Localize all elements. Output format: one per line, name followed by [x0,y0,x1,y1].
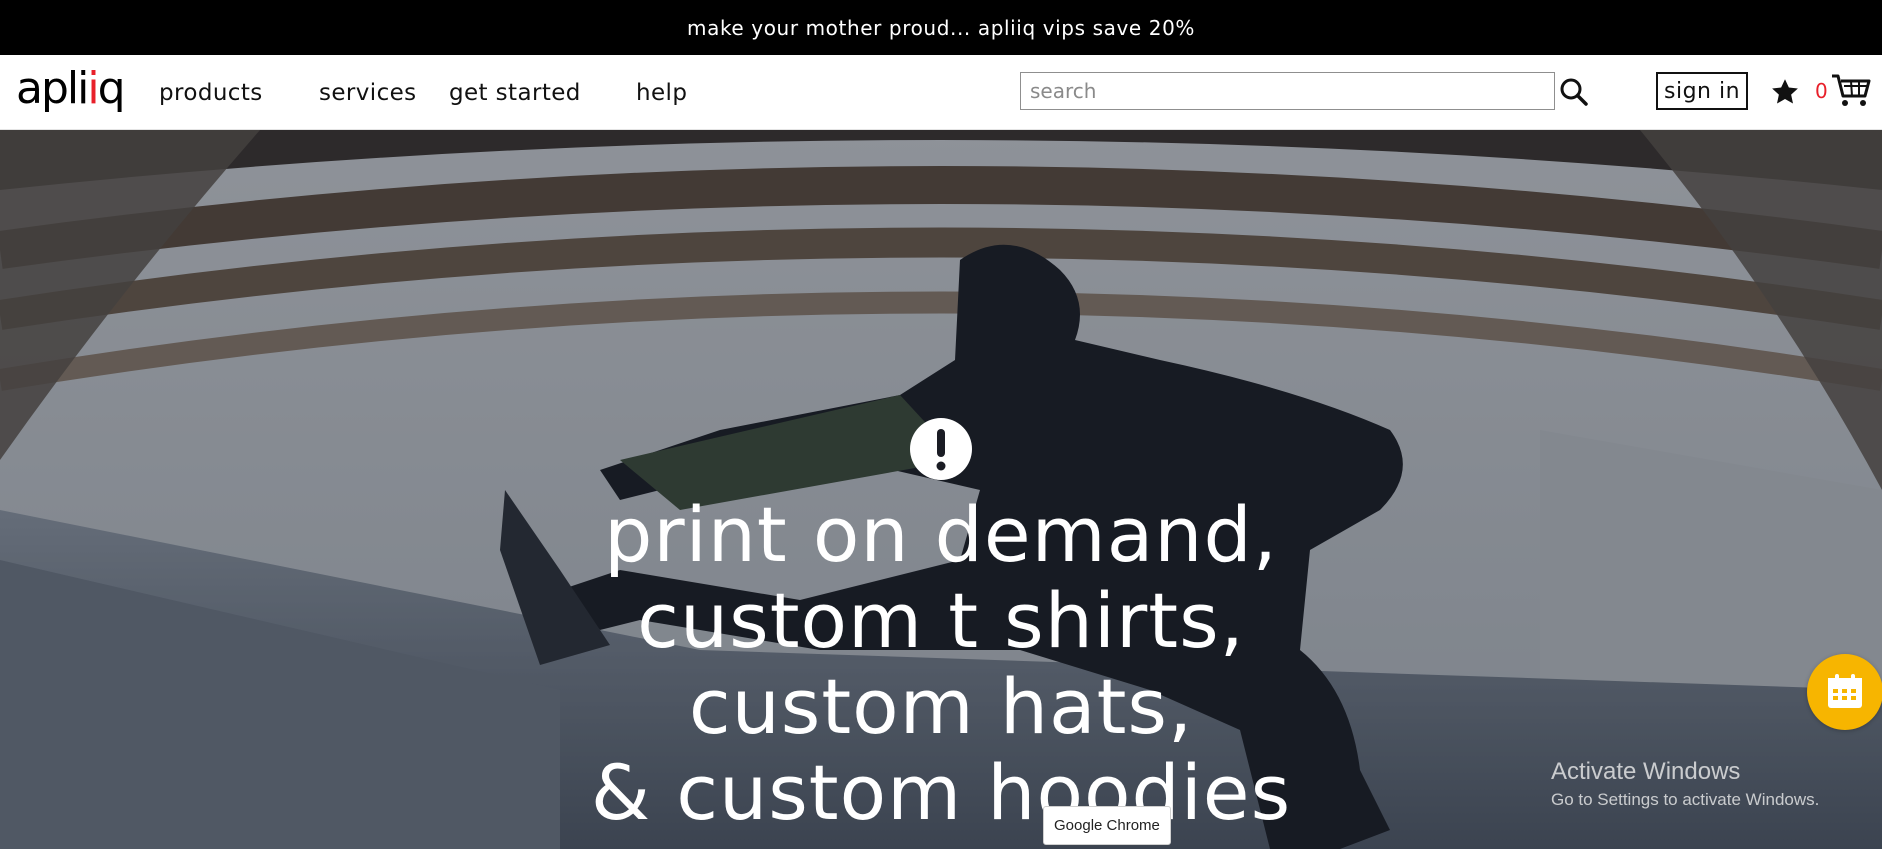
nav-products[interactable]: products [159,55,263,130]
nav-help[interactable]: help [636,55,687,130]
promo-bar: make your mother proud... apliiq vips sa… [0,0,1882,55]
cart-count-badge: 0 [1815,79,1828,103]
logo-text: apli [16,63,89,114]
headline-line-1: print on demand, [604,490,1278,579]
logo-text-end: q [97,63,126,114]
hero-section: print on demand, custom t shirts, custom… [0,130,1882,849]
nav-services[interactable]: services [319,55,417,130]
activate-windows-title: Activate Windows [1551,758,1741,785]
site-header: apliiq products services get started hel… [0,55,1882,130]
headline-line-3: custom hats, [688,662,1194,751]
activate-windows-subtitle: Go to Settings to activate Windows. [1551,790,1820,809]
apliiq-logo[interactable]: apliiq [16,67,126,111]
cart-icon[interactable] [1831,73,1871,109]
search-input[interactable] [1020,72,1555,110]
exclamation-icon [910,418,972,480]
sign-in-button[interactable]: sign in [1656,72,1749,110]
activate-windows-watermark: Activate Windows Go to Settings to activ… [1551,758,1819,810]
search-icon[interactable] [1559,77,1589,107]
taskbar-tooltip: Google Chrome [1043,806,1171,845]
star-icon[interactable] [1770,77,1800,107]
nav-get-started[interactable]: get started [449,55,581,130]
calendar-button[interactable] [1807,654,1882,730]
logo-accent-letter: i [87,63,99,114]
promo-text: make your mother proud... apliiq vips sa… [687,15,1195,40]
calendar-icon [1828,674,1862,708]
headline-line-2: custom t shirts, [637,576,1245,665]
